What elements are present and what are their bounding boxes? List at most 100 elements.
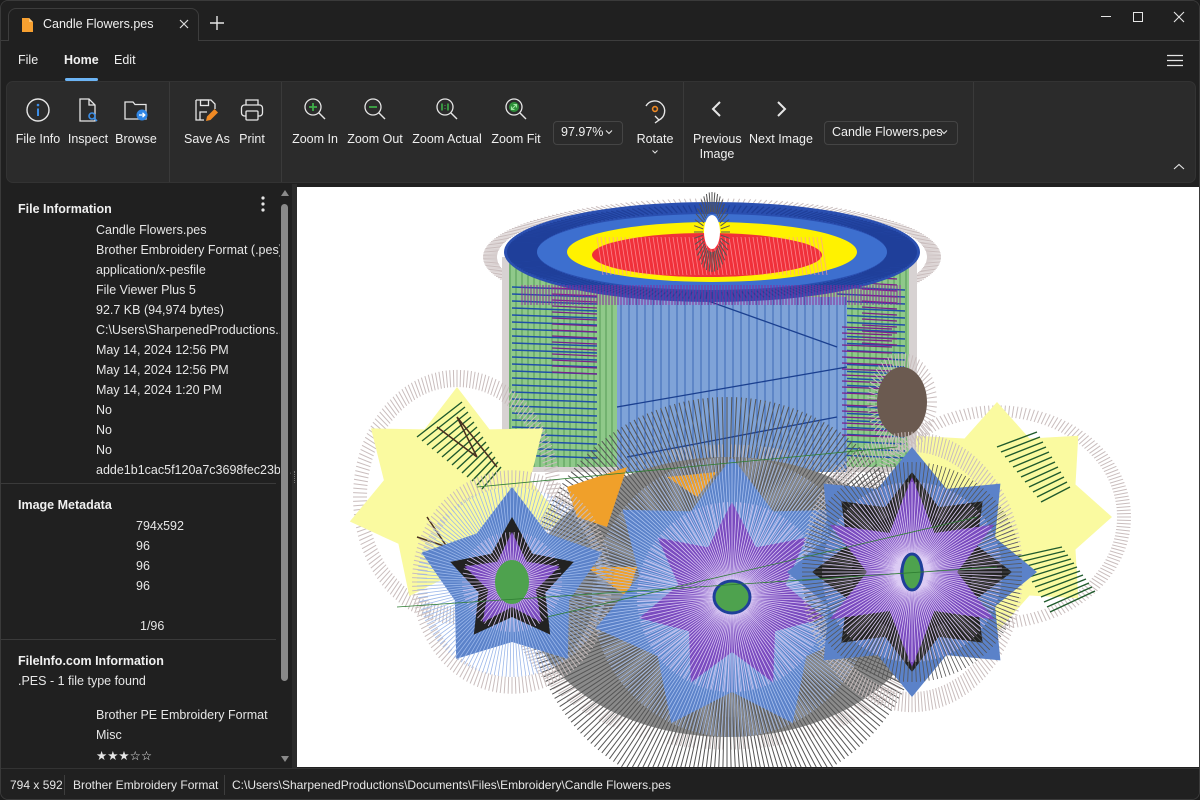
file-information-title: File Information — [18, 202, 112, 216]
chevron-right-icon — [777, 101, 787, 117]
scroll-down-icon[interactable] — [281, 755, 289, 763]
flame — [704, 215, 720, 249]
file-info-button[interactable]: File Info — [15, 96, 61, 147]
info-row-value: 96 — [136, 559, 150, 573]
info-icon — [26, 98, 50, 122]
menu-edit[interactable]: Edit — [114, 53, 136, 67]
inspect-button[interactable]: Inspect — [66, 96, 110, 147]
zoom-in-icon — [304, 98, 326, 120]
new-tab-button[interactable] — [207, 13, 227, 33]
zoom-out-icon — [364, 98, 386, 120]
inspect-file-icon — [79, 98, 98, 122]
zoom-fit-icon — [505, 98, 527, 120]
chevron-left-icon — [711, 101, 721, 117]
menu-file[interactable]: File — [18, 53, 38, 67]
left-flower-center — [495, 560, 529, 604]
info-row-value: No — [96, 443, 112, 457]
close-icon — [1173, 11, 1185, 23]
section-divider — [1, 639, 276, 640]
browse-button[interactable]: Browse — [115, 96, 157, 147]
info-row-value: 1/96 — [140, 619, 165, 633]
embroidery-stitches — [349, 192, 1131, 767]
fileinfo-com-title: FileInfo.com Information — [18, 654, 164, 668]
info-row-value: 96 — [136, 539, 150, 553]
tab-title: Candle Flowers.pes — [43, 17, 154, 31]
scroll-up-icon[interactable] — [281, 189, 289, 197]
maximize-icon — [1133, 12, 1143, 22]
info-panel: File Information Name:Candle Flowers.pes… — [1, 184, 293, 768]
info-row-value: C:\Users\SharpenedProductions... — [96, 323, 286, 337]
rotate-icon — [645, 100, 666, 124]
info-row-value: Brother Embroidery Format (.pes) — [96, 243, 283, 257]
info-row-value: 794x592 — [136, 519, 184, 533]
app-window: Candle Flowers.pes File Home Edit File I… — [0, 0, 1200, 800]
fileinfo-com-summary: .PES - 1 file type found — [18, 674, 146, 688]
tab-candle-flowers[interactable]: Candle Flowers.pes — [8, 8, 199, 41]
zoom-level-value: 97.97% — [561, 125, 604, 139]
printer-icon — [240, 99, 264, 121]
image-metadata-title: Image Metadata — [18, 498, 112, 512]
chevron-down-icon — [652, 150, 658, 154]
tab-close-button[interactable] — [175, 15, 193, 33]
zoom-fit-button[interactable]: Zoom Fit — [491, 96, 541, 147]
info-row-value: No — [96, 423, 112, 437]
hamburger-menu-button[interactable] — [1167, 54, 1183, 67]
info-row-value: File Viewer Plus 5 — [96, 283, 196, 297]
bud — [877, 367, 927, 437]
title-bar: Candle Flowers.pes — [1, 1, 1199, 41]
ribbon-toolbar: File Info Inspect Browse Save As Print Z… — [6, 81, 1196, 183]
zoom-actual-icon — [436, 98, 458, 120]
zoom-actual-button[interactable]: Zoom Actual — [411, 96, 483, 147]
status-format: Brother Embroidery Format — [73, 778, 219, 792]
chevron-up-icon[interactable] — [1172, 162, 1186, 172]
more-vertical-icon — [261, 196, 265, 212]
info-row-value: May 14, 2024 12:56 PM — [96, 363, 229, 377]
save-as-icon — [195, 99, 218, 121]
previous-image-button[interactable]: Previous Image — [693, 96, 742, 162]
zoom-in-button[interactable]: Zoom In — [291, 96, 339, 147]
candle-rim-band — [521, 285, 901, 305]
candle-front-stitches — [617, 297, 847, 472]
menu-home[interactable]: Home — [64, 53, 99, 67]
browse-folder-icon — [124, 101, 148, 121]
next-image-button[interactable]: Next Image — [749, 96, 813, 147]
info-row-value: Brother PE Embroidery Format — [96, 708, 268, 722]
info-row-value: 92.7 KB (94,974 bytes) — [96, 303, 224, 317]
info-row-value: Candle Flowers.pes — [96, 223, 207, 237]
ribbon-separator — [683, 82, 684, 182]
info-row-value: application/x-pesfile — [96, 263, 206, 277]
file-select-dropdown[interactable]: Candle Flowers.pes — [824, 121, 958, 145]
info-row-value: Misc — [96, 728, 122, 742]
info-row-value: May 14, 2024 12:56 PM — [96, 343, 229, 357]
more-options-button[interactable] — [258, 194, 268, 214]
scrollbar-thumb[interactable] — [281, 204, 288, 681]
status-bar: 794 x 592 Brother Embroidery Format C:\U… — [1, 768, 1199, 799]
image-canvas[interactable] — [297, 187, 1199, 767]
status-dimensions: 794 x 592 — [10, 778, 63, 792]
info-row-value: ★★★☆☆ — [96, 749, 153, 763]
menu-bar: File Home Edit — [1, 41, 1199, 81]
file-select-value: Candle Flowers.pes — [832, 125, 943, 139]
close-icon — [179, 19, 189, 29]
close-window-button[interactable] — [1159, 5, 1199, 29]
chevron-down-icon — [605, 130, 613, 135]
embroidery-image — [349, 192, 1131, 767]
splitter-grip[interactable] — [294, 471, 296, 483]
ribbon-separator — [281, 82, 282, 182]
status-path: C:\Users\SharpenedProductions\Documents\… — [232, 778, 671, 792]
zoom-out-button[interactable]: Zoom Out — [347, 96, 403, 147]
info-row-value: May 14, 2024 1:20 PM — [96, 383, 222, 397]
section-divider — [1, 483, 276, 484]
rotate-button[interactable]: Rotate — [635, 96, 675, 156]
ribbon-separator — [973, 82, 974, 182]
zoom-level-dropdown[interactable]: 97.97% — [553, 121, 623, 145]
plus-icon — [210, 16, 224, 30]
info-row-value: 96 — [136, 579, 150, 593]
info-row-value: No — [96, 403, 112, 417]
hamburger-menu-icon — [1167, 54, 1183, 67]
chevron-down-icon — [940, 130, 948, 135]
save-as-button[interactable]: Save As — [184, 96, 230, 147]
print-button[interactable]: Print — [236, 96, 268, 147]
file-icon — [22, 18, 33, 32]
maximize-button[interactable] — [1118, 5, 1158, 29]
